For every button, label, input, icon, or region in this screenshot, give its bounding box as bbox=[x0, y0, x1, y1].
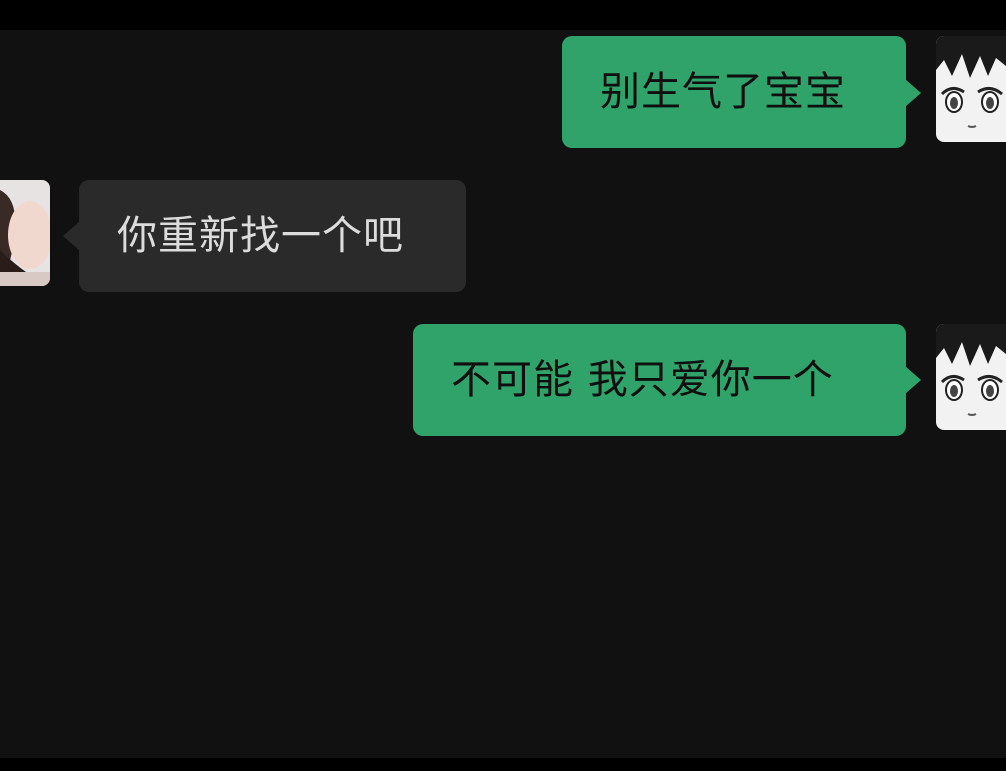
anime-boy-avatar-icon[interactable] bbox=[936, 324, 1006, 430]
chat-screen: 别生气了宝宝 你重新找一个吧 不可能 我只爱你一个 bbox=[0, 0, 1006, 771]
bubble-tail bbox=[905, 79, 921, 107]
bottom-edge-bar bbox=[0, 758, 1006, 771]
message-bubble-outgoing[interactable]: 不可能 我只爱你一个 bbox=[413, 324, 906, 436]
anime-boy-avatar-icon[interactable] bbox=[936, 36, 1006, 142]
message-text: 不可能 我只爱你一个 bbox=[451, 357, 834, 403]
top-edge-bar bbox=[0, 0, 1006, 30]
girl-avatar-icon[interactable] bbox=[0, 180, 50, 286]
bubble-tail bbox=[63, 222, 79, 250]
bubble-tail bbox=[905, 366, 921, 394]
message-text: 别生气了宝宝 bbox=[600, 69, 846, 115]
message-text: 你重新找一个吧 bbox=[117, 213, 404, 259]
message-bubble-outgoing[interactable]: 别生气了宝宝 bbox=[562, 36, 906, 148]
message-bubble-incoming[interactable]: 你重新找一个吧 bbox=[79, 180, 466, 292]
